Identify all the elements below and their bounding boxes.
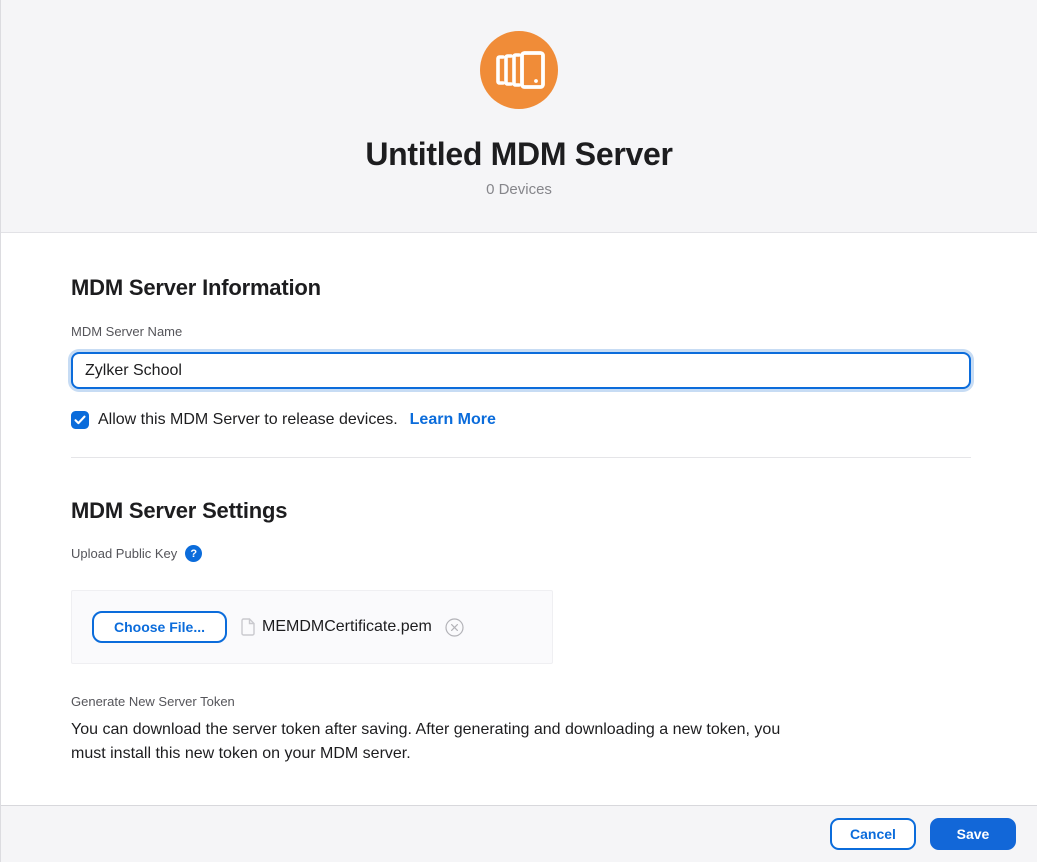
generate-token-label: Generate New Server Token (71, 694, 970, 709)
form-content: MDM Server Information MDM Server Name A… (1, 233, 1037, 805)
document-icon (241, 618, 255, 636)
section-divider (71, 457, 971, 458)
release-devices-label: Allow this MDM Server to release devices… (98, 411, 398, 429)
page-title: Untitled MDM Server (365, 136, 672, 173)
save-button[interactable]: Save (930, 818, 1016, 850)
server-name-label: MDM Server Name (71, 324, 970, 339)
uploaded-file-name: MEMDMCertificate.pem (262, 618, 432, 636)
choose-file-button[interactable]: Choose File... (92, 611, 227, 643)
mdm-server-devices-icon (480, 31, 558, 109)
cancel-button[interactable]: Cancel (830, 818, 916, 850)
public-key-upload-box: Choose File... MEMDMCertificate.pem (71, 590, 553, 664)
release-devices-checkbox[interactable] (71, 411, 89, 429)
stacked-devices-glyph (480, 31, 558, 109)
release-devices-row: Allow this MDM Server to release devices… (71, 411, 970, 429)
device-count: 0 Devices (486, 181, 552, 198)
uploaded-file-chip: MEMDMCertificate.pem (241, 618, 464, 637)
page-header: Untitled MDM Server 0 Devices (1, 0, 1037, 233)
info-section-heading: MDM Server Information (71, 275, 970, 301)
token-description: You can download the server token after … (71, 718, 801, 766)
upload-public-key-row: Upload Public Key ? (71, 545, 970, 562)
server-name-input[interactable] (71, 352, 971, 389)
help-question-icon[interactable]: ? (185, 545, 202, 562)
learn-more-link[interactable]: Learn More (410, 411, 496, 429)
upload-public-key-label: Upload Public Key (71, 546, 177, 561)
checkmark-icon (74, 415, 86, 425)
settings-section-heading: MDM Server Settings (71, 498, 970, 524)
remove-file-icon[interactable] (445, 618, 464, 637)
mdm-server-form-page: Untitled MDM Server 0 Devices MDM Server… (0, 0, 1037, 862)
action-bar: Cancel Save (1, 805, 1037, 862)
